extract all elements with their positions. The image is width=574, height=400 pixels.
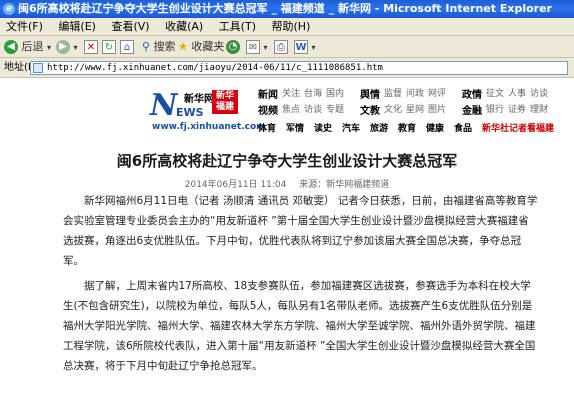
article-paragraph: 据了解，上周末省内17所高校、18支参赛队伍，参加福建赛区选拔赛，参赛选手为本科…	[63, 280, 536, 372]
nav-link[interactable]: 舆情	[360, 86, 380, 101]
internet-explorer-icon: e	[3, 3, 15, 15]
menu-favorites[interactable]: 收藏(A)	[165, 20, 203, 33]
logo-name: 新华网	[184, 94, 214, 105]
chevron-down-icon: ▾	[73, 43, 78, 52]
page-icon	[33, 63, 43, 73]
star-icon: ★	[178, 40, 188, 53]
nav-link[interactable]: 关注	[282, 86, 300, 99]
nav-link[interactable]: 政情	[462, 86, 482, 101]
nav-link[interactable]: 国内	[326, 86, 344, 99]
back-button[interactable]: ◀ 后退 ▾	[4, 39, 51, 55]
nav-row-2: 视频 焦点 访谈 专题 文教 文化 星网 图片 金融 银行 证券 理财	[258, 102, 558, 117]
channel-link[interactable]: 军情	[286, 121, 304, 134]
nav-link[interactable]: 专题	[326, 102, 344, 115]
window-title: 闽6所高校将赴辽宁争夺大学生创业设计大赛总冠军 _ 福建频道 _ 新华网 - M…	[18, 2, 552, 15]
forward-arrow-icon: ▶	[56, 40, 70, 54]
channel-link[interactable]: 读史	[314, 121, 332, 134]
history-icon: ◔	[226, 40, 240, 54]
channel-bar: 体育 军情 读史 汽车 旅游 教育 健康 食品 新华社记者看福建	[258, 121, 558, 135]
search-button[interactable]: ⚲ 搜索	[142, 39, 176, 55]
nav-link[interactable]: 文化	[384, 102, 402, 115]
back-arrow-icon: ◀	[4, 40, 18, 54]
menu-edit[interactable]: 编辑(E)	[58, 20, 96, 33]
article-source: 来源：新华网福建频道	[299, 180, 390, 190]
site-logo[interactable]: N EWS 新华网 新华福建 www.fj.xinhuanet.com	[150, 86, 266, 132]
channel-link[interactable]: 体育	[258, 121, 276, 134]
nav-link[interactable]: 征文	[486, 86, 504, 99]
edit-button[interactable]: W ▾	[294, 39, 316, 55]
channel-link[interactable]: 健康	[426, 121, 444, 134]
stop-icon: ✕	[84, 40, 98, 54]
article-date: 2014年06月11日 11:04	[184, 180, 287, 190]
address-bar: 地址(D) http://www.fj.xinhuanet.com/jiaoyu…	[0, 58, 574, 78]
menu-bar: 文件(F) 编辑(E) 查看(V) 收藏(A) 工具(T) 帮助(H)	[0, 18, 574, 36]
nav-link[interactable]: 证券	[508, 102, 526, 115]
chevron-down-icon: ▾	[311, 43, 316, 52]
nav-link[interactable]: 星网	[406, 102, 424, 115]
nav-link[interactable]: 焦点	[282, 102, 300, 115]
menu-view[interactable]: 查看(V)	[111, 20, 149, 33]
menu-help[interactable]: 帮助(H)	[272, 20, 311, 33]
nav-link[interactable]: 图片	[428, 102, 446, 115]
word-icon: W	[294, 40, 308, 54]
nav-row-1: 新闻 关注 台海 国内 舆情 监督 问政 网评 政情 征文 人事 访谈	[258, 86, 558, 101]
menu-tools[interactable]: 工具(T)	[219, 20, 256, 33]
forward-button[interactable]: ▶ ▾	[56, 39, 78, 55]
page-viewport: N EWS 新华网 新华福建 www.fj.xinhuanet.com 新闻 关…	[0, 78, 574, 400]
channel-link[interactable]: 旅游	[370, 121, 388, 134]
logo-region-badge: 新华福建	[212, 90, 238, 114]
article-paragraph: 新华网福州6月11日电（记者 汤顺清 通讯员 邓敏雯） 记者今日获悉，日前，由福…	[63, 195, 538, 267]
nav-link[interactable]: 监督	[384, 86, 402, 99]
channel-link-featured[interactable]: 新华社记者看福建	[482, 121, 554, 134]
search-label: 搜索	[153, 40, 176, 53]
nav-link[interactable]: 问政	[406, 86, 424, 99]
channel-link[interactable]: 汽车	[342, 121, 360, 134]
address-input[interactable]: http://www.fj.xinhuanet.com/jiaoyu/2014-…	[30, 61, 568, 75]
mail-icon: ✉	[246, 40, 260, 54]
nav-link[interactable]: 金融	[462, 102, 482, 117]
logo-letter: N	[150, 88, 178, 123]
nav-link[interactable]: 台海	[304, 86, 322, 99]
home-button[interactable]: ⌂	[120, 39, 134, 55]
logo-sub: EWS	[176, 106, 204, 119]
refresh-button[interactable]: ↻	[102, 39, 116, 55]
channel-link[interactable]: 教育	[398, 121, 416, 134]
toolbar: ◀ 后退 ▾ ▶ ▾ ✕ ↻ ⌂ ⚲ 搜索 ★ 收藏夹 ◔ ✉ ▾ ⎙ W ▾	[0, 36, 574, 58]
address-url: http://www.fj.xinhuanet.com/jiaoyu/2014-…	[47, 63, 383, 73]
history-button[interactable]: ◔	[226, 39, 240, 55]
nav-link[interactable]: 访谈	[530, 86, 548, 99]
chevron-down-icon: ▾	[263, 43, 268, 52]
channel-link[interactable]: 食品	[454, 121, 472, 134]
nav-link[interactable]: 人事	[508, 86, 526, 99]
nav-link[interactable]: 网评	[428, 86, 446, 99]
favorites-label: 收藏夹	[191, 40, 225, 53]
favorites-button[interactable]: ★ 收藏夹	[178, 39, 224, 55]
back-label: 后退	[21, 40, 44, 53]
window-title-bar: e 闽6所高校将赴辽宁争夺大学生创业设计大赛总冠军 _ 福建频道 _ 新华网 -…	[0, 0, 574, 18]
article-dateline: 2014年06月11日 11:04 来源：新华网福建频道	[0, 177, 574, 190]
print-icon: ⎙	[274, 40, 288, 54]
article-headline: 闽6所高校将赴辽宁争夺大学生创业设计大赛总冠军	[116, 152, 458, 170]
mail-button[interactable]: ✉ ▾	[246, 39, 268, 55]
home-icon: ⌂	[120, 40, 134, 54]
nav-link[interactable]: 理财	[530, 102, 548, 115]
chevron-down-icon: ▾	[47, 43, 52, 52]
menu-file[interactable]: 文件(F)	[6, 20, 43, 33]
print-button[interactable]: ⎙	[274, 39, 288, 55]
logo-url: www.fj.xinhuanet.com	[152, 122, 266, 132]
refresh-icon: ↻	[102, 40, 116, 54]
nav-link[interactable]: 文教	[360, 102, 380, 117]
nav-link[interactable]: 银行	[486, 102, 504, 115]
nav-link[interactable]: 新闻	[258, 86, 278, 101]
nav-link[interactable]: 视频	[258, 102, 278, 117]
search-icon: ⚲	[142, 40, 151, 53]
stop-button[interactable]: ✕	[84, 39, 98, 55]
nav-link[interactable]: 访谈	[304, 102, 322, 115]
